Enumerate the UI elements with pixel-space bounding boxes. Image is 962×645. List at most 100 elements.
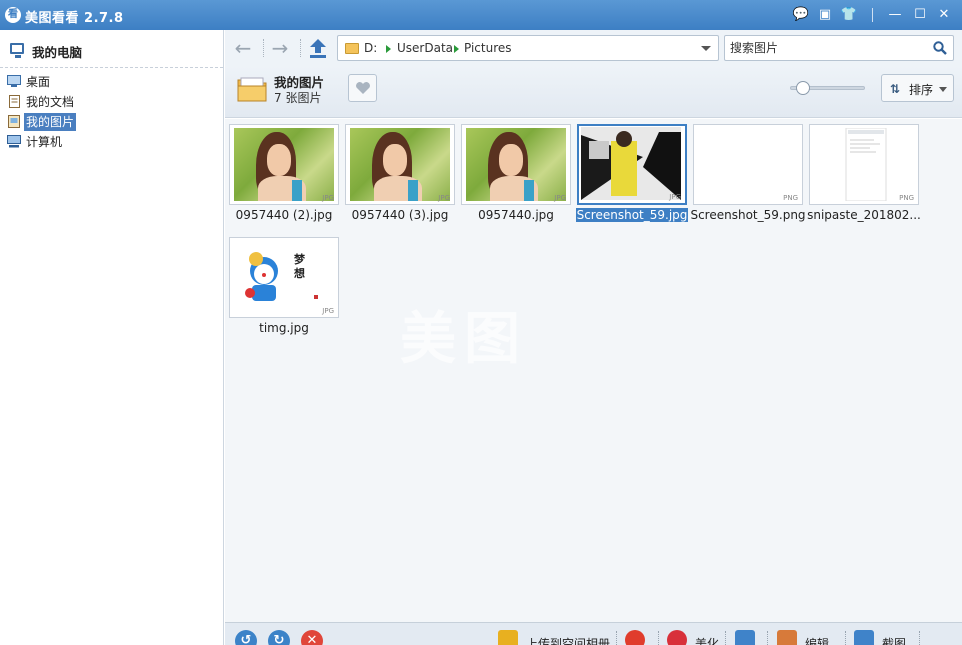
sidebar-title: 我的电脑 (32, 45, 83, 60)
chevron-down-icon (939, 87, 947, 92)
bottom-separator (919, 631, 920, 645)
folder-large-icon (237, 77, 267, 102)
menu-icon[interactable]: ▣ (816, 6, 834, 24)
document-image (814, 128, 914, 201)
toolbar-separator (263, 39, 264, 57)
close-button[interactable]: ✕ (935, 6, 953, 24)
desktop-icon (7, 75, 21, 87)
image-filename: 0957440 (3).jpg (351, 208, 449, 222)
sort-label: 排序 (909, 83, 934, 97)
skin-icon[interactable]: 👕 (840, 6, 858, 24)
toolbar: ← → D: UserData Pictures (225, 30, 962, 66)
my-computer-icon (10, 43, 24, 58)
thumbnail-frame: PNG (809, 124, 919, 205)
forward-button[interactable]: → (268, 36, 292, 60)
up-folder-icon[interactable] (307, 36, 329, 60)
qzone-upload-icon (498, 630, 518, 645)
image-filename: snipaste_201802... (807, 208, 921, 222)
heart-icon (356, 82, 370, 94)
search-icon[interactable] (933, 41, 947, 55)
file-type-badge: JPG (554, 194, 566, 202)
delete-button[interactable]: ✕ (301, 630, 323, 645)
image-filename: Screenshot_59.png (690, 208, 806, 222)
folder-icon (345, 43, 359, 54)
breadcrumb-arrow-icon[interactable] (386, 45, 391, 53)
toolbar-separator (300, 39, 301, 57)
sort-button[interactable]: ⇅ 排序 (881, 74, 954, 102)
breadcrumb-userdata[interactable]: UserData (397, 41, 453, 55)
file-type-badge: JPG (669, 193, 681, 201)
image-count: 7 张图片 (274, 91, 322, 105)
cartoon-image: 梦 想 (234, 241, 334, 314)
beautify-icon (667, 630, 687, 645)
sidebar-item-label: 计算机 (26, 135, 63, 149)
sidebar-item-label: 我的文档 (26, 95, 75, 109)
sort-icon: ⇅ (890, 82, 901, 96)
bottom-separator (616, 631, 617, 645)
address-bar[interactable]: D: UserData Pictures (337, 35, 719, 61)
thumbnail-frame: 梦 想 JPG (229, 237, 339, 318)
pictures-icon (8, 115, 20, 128)
weibo-icon (625, 630, 645, 645)
sidebar-item-label: 桌面 (26, 75, 51, 89)
cartoon-caption: 梦 想 (294, 253, 305, 280)
search-box (724, 35, 954, 61)
photo-image (466, 128, 566, 201)
bottom-toolbar: ↺ ↻ ✕ 上传到空间相册 美化 编辑 截图 (225, 622, 962, 645)
screenshot-image (581, 127, 681, 200)
thumbnail-frame: JPG (229, 124, 339, 205)
sidebar-header[interactable]: 我的电脑 (0, 30, 223, 68)
rotate-right-button[interactable]: ↻ (268, 630, 290, 645)
file-type-badge: PNG (899, 194, 914, 202)
app-title: 美图看看 2.7.8 (25, 11, 124, 26)
blank-image (698, 128, 798, 201)
photo-image (350, 128, 450, 201)
file-type-badge: JPG (322, 194, 334, 202)
file-type-badge: JPG (438, 194, 450, 202)
thumbnail-frame: PNG (693, 124, 803, 205)
favorite-button[interactable] (348, 74, 377, 102)
qzone-upload-label: 上传到空间相册 (526, 637, 611, 645)
app-logo-icon: 看 (5, 7, 21, 23)
image-filename: Screenshot_59.jpg (575, 208, 689, 222)
beautify-label: 美化 (695, 637, 720, 645)
thumbnail-frame: JPG (345, 124, 455, 205)
edit-icon (777, 630, 797, 645)
edit-label: 编辑 (805, 637, 830, 645)
image-filename: timg.jpg (259, 321, 309, 335)
zoom-slider[interactable] (790, 81, 865, 95)
sidebar: 我的电脑 桌面 我的文档 我的图片 计算机 (0, 30, 224, 645)
feedback-icon[interactable]: 💬 (792, 6, 810, 24)
image-filename: 0957440.jpg (478, 208, 554, 222)
thumbnail-frame: JPG (577, 124, 687, 205)
screenshot-icon (854, 630, 874, 645)
breadcrumb-arrow-icon[interactable] (454, 45, 459, 53)
computer-icon (7, 135, 21, 148)
bottom-separator (767, 631, 768, 645)
maximize-button[interactable]: ☐ (911, 6, 929, 24)
breadcrumb-pictures[interactable]: Pictures (464, 41, 512, 55)
address-dropdown-icon[interactable] (701, 46, 711, 51)
documents-icon (9, 95, 20, 108)
breadcrumb-drive[interactable]: D: (364, 41, 377, 55)
minimize-button[interactable]: — (886, 6, 904, 24)
title-separator (872, 8, 873, 22)
bottom-separator (658, 631, 659, 645)
folder-header: 我的图片 7 张图片 ⇅ 排序 (225, 66, 962, 118)
zoom-slider-knob[interactable] (796, 81, 811, 95)
bottom-separator (845, 631, 846, 645)
back-button[interactable]: ← (231, 36, 255, 60)
file-type-badge: PNG (783, 194, 798, 202)
image-gallery[interactable]: 美图 JPG 0957440 (2).jpg JPG 0957440 (3).j… (225, 119, 962, 622)
title-bar: 看 美图看看 2.7.8 💬 ▣ 👕 — ☐ ✕ (0, 0, 962, 30)
photo-image (234, 128, 334, 201)
rotate-left-button[interactable]: ↺ (235, 630, 257, 645)
slideshow-icon (735, 630, 755, 645)
bottom-separator (725, 631, 726, 645)
sidebar-item-label: 我的图片 (24, 113, 77, 131)
image-filename: 0957440 (2).jpg (235, 208, 333, 222)
file-type-badge: JPG (322, 307, 334, 315)
watermark: 美图 (400, 307, 528, 372)
thumbnail-frame: JPG (461, 124, 571, 205)
search-input[interactable] (730, 39, 925, 57)
